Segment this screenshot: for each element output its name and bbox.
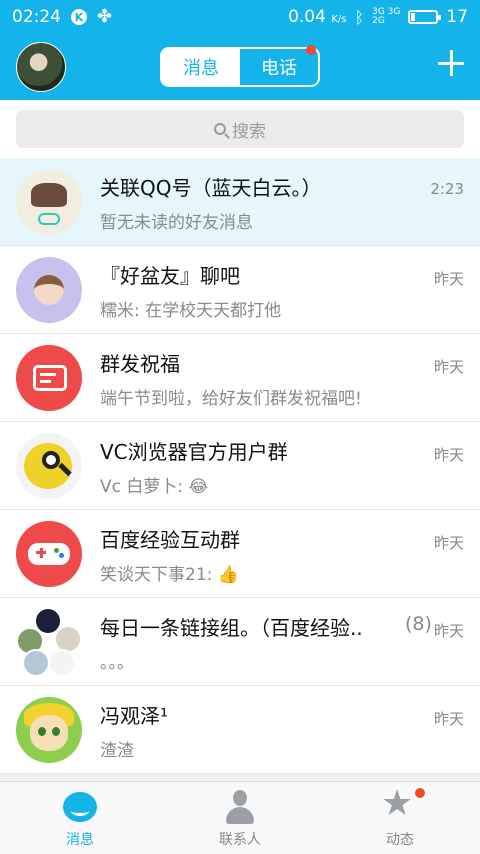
search-icon	[214, 123, 226, 135]
member-avatar	[48, 649, 76, 677]
conversation-avatar	[16, 697, 82, 763]
avatar-couple-illustration	[31, 183, 67, 207]
conversation-time: 昨天	[433, 534, 464, 552]
conversation-preview: 糯米: 在学校天天都打他	[100, 301, 282, 321]
conversation-row[interactable]: 『好盆友』聊吧 昨天 糯米: 在学校天天都打他	[0, 246, 480, 334]
status-left: 02:24 K ✤	[12, 7, 112, 27]
conversation-preview: 渣渣	[100, 741, 134, 761]
member-avatar	[22, 649, 50, 677]
battery-fill	[411, 13, 416, 21]
moments-badge	[415, 788, 425, 798]
vc-browser-mascot-icon	[16, 433, 82, 499]
tab-contacts[interactable]: 联系人	[160, 782, 320, 854]
unread-count: (8)	[405, 613, 432, 635]
battery-percent: 17	[446, 7, 468, 27]
network-speed-value: 0.04	[288, 7, 326, 27]
conversation-name: 冯观泽¹	[100, 704, 169, 728]
contact-person-icon	[226, 790, 254, 824]
conversation-time: 昨天	[433, 446, 464, 464]
conversation-name: 群发祝福	[100, 352, 180, 376]
search-area: 搜索	[0, 100, 480, 158]
status-time: 02:24	[12, 7, 61, 27]
tab-calls[interactable]: 电话	[240, 45, 318, 85]
tab-messages[interactable]: 消息	[162, 49, 240, 85]
tab-moments[interactable]: ★ 动态	[320, 782, 480, 854]
signal-icon: 3G 3G 2G	[372, 8, 400, 26]
conversation-list: 关联QQ号（蓝天白云。） 2:23 暂无未读的好友消息 『好盆友』聊吧 昨天 糯…	[0, 158, 480, 774]
conversation-preview: Vc 白萝卜: 😂	[100, 477, 209, 497]
tab-label: 联系人	[219, 832, 261, 848]
tab-calls-label: 电话	[261, 58, 297, 79]
conversation-name: 每日一条链接组。（百度经验..	[100, 616, 363, 640]
conversation-row[interactable]: 群发祝福 昨天 端午节到啦，给好友们群发祝福吧!	[0, 334, 480, 422]
k-app-icon: K	[71, 9, 87, 25]
conversation-time: 昨天	[433, 622, 464, 640]
clover-icon: ✤	[97, 6, 113, 27]
my-avatar[interactable]	[16, 42, 66, 92]
conversation-row[interactable]: VC浏览器官方用户群 昨天 Vc 白萝卜: 😂	[0, 422, 480, 510]
search-bar[interactable]: 搜索	[16, 110, 464, 148]
conversation-avatar	[16, 257, 82, 323]
tab-label: 动态	[386, 832, 414, 848]
conversation-preview: 笑谈天下事21: 👍	[100, 565, 239, 585]
top-header: 消息 电话	[0, 34, 480, 100]
signal-2g-label: 2G	[372, 16, 385, 26]
group-multi-avatar	[16, 607, 82, 677]
conversation-name: 百度经验互动群	[100, 528, 240, 552]
conversation-preview: 。。。	[100, 653, 134, 673]
infinity-icon	[38, 213, 60, 225]
bluetooth-icon: ᛒ	[354, 7, 365, 27]
conversation-row[interactable]: 百度经验互动群 昨天 笑谈天下事21: 👍	[0, 510, 480, 598]
conversation-time: 昨天	[433, 358, 464, 376]
network-speed: 0.04 K/s	[288, 7, 346, 27]
status-right: 0.04 K/s ᛒ 3G 3G 2G 17	[288, 7, 468, 27]
avatar-kid-illustration	[34, 275, 64, 305]
conversation-row[interactable]: 关联QQ号（蓝天白云。） 2:23 暂无未读的好友消息	[0, 158, 480, 246]
gamepad-icon	[16, 521, 82, 587]
chat-bubble-icon	[63, 792, 97, 822]
conversation-name: VC浏览器官方用户群	[100, 440, 288, 464]
message-call-switcher: 消息 电话	[160, 45, 320, 87]
calls-badge	[306, 45, 316, 55]
add-plus-icon[interactable]	[438, 50, 464, 76]
star-icon: ★	[381, 783, 414, 824]
conversation-preview: 端午节到啦，给好友们群发祝福吧!	[100, 389, 362, 409]
battery-icon	[408, 10, 442, 24]
bottom-tab-bar: 消息 联系人 ★ 动态	[0, 781, 480, 854]
tab-label: 消息	[66, 832, 94, 848]
conversation-name: 关联QQ号（蓝天白云。）	[100, 176, 322, 200]
network-speed-unit: K/s	[331, 14, 347, 25]
conversation-row[interactable]: 冯观泽¹ 昨天 渣渣	[0, 686, 480, 774]
tab-messages-bottom[interactable]: 消息	[0, 782, 160, 854]
search-placeholder: 搜索	[232, 121, 266, 142]
conversation-row[interactable]: 每日一条链接组。（百度经验.. (8) 昨天 。。。	[0, 598, 480, 686]
conversation-time: 昨天	[433, 710, 464, 728]
conversation-preview: 暂无未读的好友消息	[100, 213, 253, 233]
status-bar: 02:24 K ✤ 0.04 K/s ᛒ 3G 3G 2G 17	[0, 0, 480, 34]
broadcast-message-icon	[16, 345, 82, 411]
conversation-avatar	[16, 169, 82, 235]
conversation-time: 昨天	[433, 270, 464, 288]
conversation-name: 『好盆友』聊吧	[100, 264, 240, 288]
conversation-time: 2:23	[430, 180, 464, 198]
